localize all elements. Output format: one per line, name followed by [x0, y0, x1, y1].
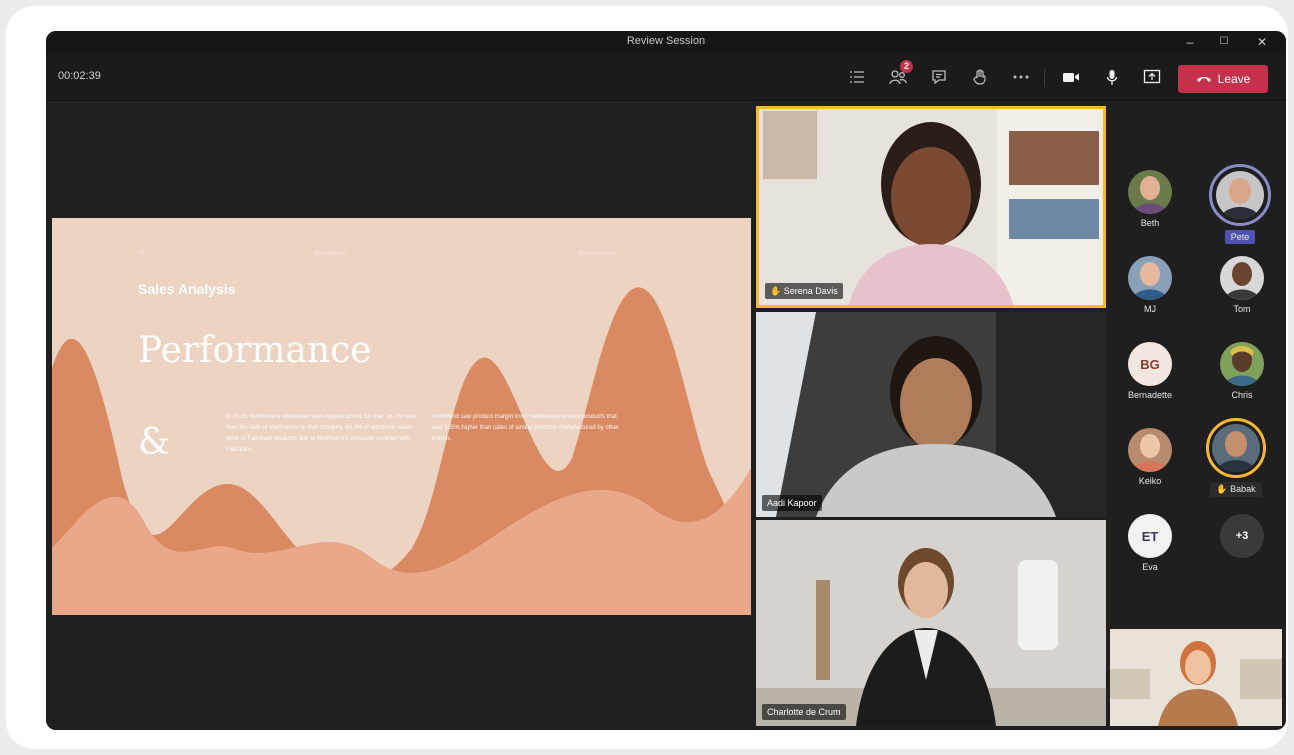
share-icon[interactable]	[1139, 63, 1165, 91]
slide-paragraph-1: In 2018, Northwind's worldwide sales top…	[226, 414, 416, 453]
roster-person-mj[interactable]: MJ	[1110, 256, 1190, 314]
self-view-tile[interactable]	[1110, 629, 1282, 726]
roster-person-keiko[interactable]: Keiko	[1110, 428, 1190, 486]
slide-header-right: Sales Analysis	[578, 251, 617, 257]
roster-person-bernadette[interactable]: BG Bernadette	[1110, 342, 1190, 400]
roster-overflow[interactable]: +3	[1202, 514, 1282, 558]
participant-name: Tom	[1233, 304, 1251, 314]
video-tile-charlotte[interactable]: Charlotte de Crum	[756, 520, 1106, 726]
video-feed	[1110, 629, 1282, 726]
participant-name: Chris	[1231, 390, 1253, 400]
shared-slide[interactable]: 01 Woodlander Sales Analysis Sales Analy…	[52, 218, 751, 615]
list-icon[interactable]	[844, 63, 870, 91]
roster-person-beth[interactable]: Beth	[1110, 170, 1190, 228]
slide-title: Performance	[138, 330, 372, 371]
roster-person-babak[interactable]: ✋ Babak	[1196, 418, 1276, 497]
raised-hand-icon: ✋	[770, 286, 782, 296]
participant-name-tag: ✋ Serena Davis	[765, 283, 843, 299]
slide-brand: Woodlander	[314, 251, 347, 257]
teams-meeting-window: Review Session – ☐ ✕ 00:02:39 2 Leave 01…	[46, 31, 1286, 730]
video-tile-aadi[interactable]: Aadi Kapoor	[756, 312, 1106, 517]
slide-subtitle: Sales Analysis	[138, 281, 236, 297]
avatar-initials: BG	[1128, 342, 1172, 386]
participant-name: Eva	[1142, 562, 1158, 572]
meeting-timer: 00:02:39	[58, 70, 101, 82]
participants-button[interactable]: 2	[885, 60, 913, 91]
roster-person-pete[interactable]: Pete	[1200, 164, 1280, 245]
roster-person-eva[interactable]: ET Eva	[1110, 514, 1190, 572]
meeting-toolbar: 00:02:39 2 Leave	[46, 53, 1286, 101]
roster-person-tom[interactable]: Tom	[1202, 256, 1282, 314]
participant-name: MJ	[1144, 304, 1156, 314]
toolbar-divider	[1044, 69, 1045, 87]
slide-number: 01	[138, 251, 145, 257]
video-feed	[759, 109, 1103, 305]
phone-hangup-icon	[1196, 77, 1211, 82]
overflow-count: +3	[1220, 514, 1264, 558]
participant-name-tag: Aadi Kapoor	[762, 495, 822, 511]
mic-icon[interactable]	[1099, 63, 1125, 91]
video-feed	[756, 520, 1106, 726]
video-feed	[756, 312, 1106, 517]
avatar	[1216, 171, 1264, 219]
participant-roster: Beth Pete MJ Tom BG Bernadette Chris Kei…	[1108, 102, 1286, 658]
camera-icon[interactable]	[1058, 63, 1084, 91]
avatar	[1128, 256, 1172, 300]
raise-hand-icon[interactable]	[967, 63, 993, 91]
close-button[interactable]: ✕	[1246, 31, 1278, 53]
more-icon[interactable]	[1008, 63, 1034, 91]
leave-button[interactable]: Leave	[1178, 65, 1268, 93]
participant-name-tag: Charlotte de Crum	[762, 704, 846, 720]
avatar-initials: ET	[1128, 514, 1172, 558]
avatar	[1128, 170, 1172, 214]
avatar	[1220, 256, 1264, 300]
avatar	[1220, 342, 1264, 386]
participant-name-tag: ✋ Babak	[1210, 482, 1262, 497]
participants-count-badge: 2	[900, 60, 913, 73]
roster-person-chris[interactable]: Chris	[1202, 342, 1282, 400]
avatar	[1212, 424, 1260, 472]
chat-icon[interactable]	[926, 63, 952, 91]
participant-name: Pete	[1224, 230, 1256, 244]
participant-name: Bernadette	[1127, 390, 1173, 400]
window-title: Review Session	[626, 35, 706, 47]
avatar	[1128, 428, 1172, 472]
title-bar: Review Session – ☐ ✕	[46, 31, 1286, 53]
content-stage: 01 Woodlander Sales Analysis Sales Analy…	[46, 102, 752, 730]
participant-name: Beth	[1140, 218, 1160, 228]
slide-paragraph-2: Northwind saw product margin from Fabrik…	[432, 414, 620, 442]
video-tile-serena[interactable]: ✋ Serena Davis	[756, 106, 1106, 308]
leave-label: Leave	[1217, 72, 1251, 86]
active-ring	[1209, 164, 1271, 226]
maximize-button[interactable]: ☐	[1208, 31, 1240, 53]
raised-hand-ring	[1206, 418, 1266, 478]
slide-ampersand: &	[138, 422, 171, 463]
raised-hand-icon: ✋	[1216, 484, 1228, 494]
minimize-button[interactable]: –	[1174, 31, 1206, 53]
participant-name: Keiko	[1138, 476, 1162, 486]
